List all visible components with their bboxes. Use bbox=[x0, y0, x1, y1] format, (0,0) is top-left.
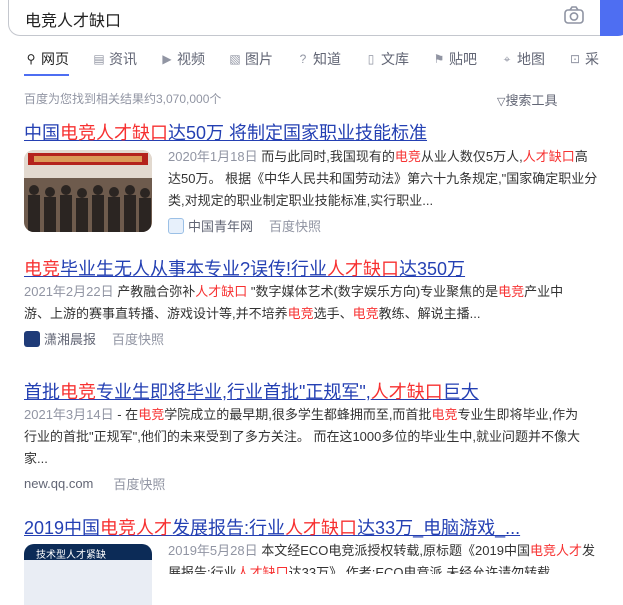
tab-map[interactable]: ⌖ 地图 bbox=[500, 48, 545, 70]
tab-label: 地图 bbox=[517, 51, 545, 67]
document-icon: ▯ bbox=[367, 52, 375, 66]
result-source[interactable]: 潇湘晨报 百度快照 bbox=[24, 329, 164, 348]
result-snippet: 2020年1月18日 而与此同时,我国现有的电竞从业人数仅5万人,人才缺口高达5… bbox=[168, 149, 598, 208]
tab-label: 网页 bbox=[41, 51, 69, 67]
result-count: 百度为您找到相关结果约3,070,000个 bbox=[24, 92, 222, 106]
tab-video[interactable]: ▶ 视频 bbox=[160, 48, 205, 70]
camera-icon[interactable] bbox=[564, 6, 584, 24]
search-tabs: ⚲ 网页 ▤ 资讯 ▶ 视频 ▧ 图片 ? 知道 ▯ 文库 ⚑ 贴吧 ⌖ 地图 ⊡ 采 bbox=[24, 48, 622, 76]
result-title[interactable]: 电竞毕业生无人从事本专业?误传!行业人才缺口达350万 bbox=[24, 255, 465, 281]
news-icon: ▤ bbox=[93, 52, 105, 66]
result-title[interactable]: 中国电竞人才缺口达50万 将制定国家职业技能标准 bbox=[24, 119, 427, 145]
kuaizhao-link[interactable]: 百度快照 bbox=[112, 329, 164, 348]
result-thumbnail[interactable] bbox=[24, 150, 152, 232]
tab-tieba[interactable]: ⚑ 贴吧 bbox=[432, 48, 477, 70]
result-title[interactable]: 2019中国电竞人才发展报告:行业人才缺口达33万_电脑游戏_... bbox=[24, 514, 520, 540]
question-icon: ? bbox=[299, 52, 307, 66]
tab-label: 贴吧 bbox=[449, 51, 477, 67]
xxcb-favicon-icon bbox=[24, 330, 40, 347]
tab-web[interactable]: ⚲ 网页 bbox=[24, 48, 69, 76]
result-snippet: 2021年2月22日 产教融合弥补人才缺口 "数字媒体艺术(数字娱乐方向)专业聚… bbox=[24, 284, 564, 321]
tab-zhidao[interactable]: ? 知道 bbox=[296, 48, 341, 70]
thumb-caption: 技术型人才紧缺 bbox=[36, 550, 106, 561]
search-tools-button[interactable]: ▽搜索工具 bbox=[497, 90, 557, 109]
result-snippet: 2021年3月14日 - 在电竞学院成立的最早期,很多学生都蜂拥而至,而首批电竞… bbox=[24, 407, 580, 466]
tab-images[interactable]: ▧ 图片 bbox=[228, 48, 273, 70]
result-source[interactable]: new.qq.com 百度快照 bbox=[24, 474, 165, 493]
kuaizhao-link[interactable]: 百度快照 bbox=[113, 474, 165, 493]
kuaizhao-link[interactable]: 百度快照 bbox=[269, 216, 321, 235]
search-button[interactable] bbox=[600, 0, 623, 36]
search-tools-label: 搜索工具 bbox=[505, 93, 558, 108]
result-thumbnail[interactable]: 技术型人才紧缺 bbox=[24, 544, 152, 605]
tab-label: 文库 bbox=[381, 51, 409, 67]
tieba-icon: ⚑ bbox=[433, 52, 445, 66]
search-box[interactable]: 电竞人才缺口 bbox=[8, 0, 600, 36]
search-icon: ⚲ bbox=[26, 52, 36, 66]
tab-label: 采 bbox=[585, 51, 599, 67]
tab-news[interactable]: ▤ 资讯 bbox=[92, 48, 137, 70]
map-pin-icon: ⌖ bbox=[503, 52, 511, 66]
search-input[interactable]: 电竞人才缺口 bbox=[25, 7, 121, 31]
meeting-photo bbox=[24, 150, 152, 232]
result-snippet: 2019年5月28日 本文经ECO电竞派授权转载,原标题《2019中国电竞人才发… bbox=[168, 543, 595, 574]
cyol-favicon-icon bbox=[168, 217, 184, 234]
tab-wenku[interactable]: ▯ 文库 bbox=[364, 48, 409, 70]
tab-more[interactable]: ⊡ 采 bbox=[568, 48, 599, 70]
cart-icon: ⊡ bbox=[569, 52, 581, 66]
image-icon: ▧ bbox=[229, 52, 241, 66]
video-icon: ▶ bbox=[162, 52, 172, 66]
result-source[interactable]: 中国青年网 百度快照 bbox=[168, 216, 321, 235]
tab-label: 图片 bbox=[245, 51, 273, 67]
tab-label: 资讯 bbox=[109, 51, 137, 67]
tab-label: 知道 bbox=[313, 51, 341, 67]
result-title[interactable]: 首批电竞专业生即将毕业,行业首批"正规军",人才缺口巨大 bbox=[24, 378, 479, 404]
tab-label: 视频 bbox=[177, 51, 205, 67]
